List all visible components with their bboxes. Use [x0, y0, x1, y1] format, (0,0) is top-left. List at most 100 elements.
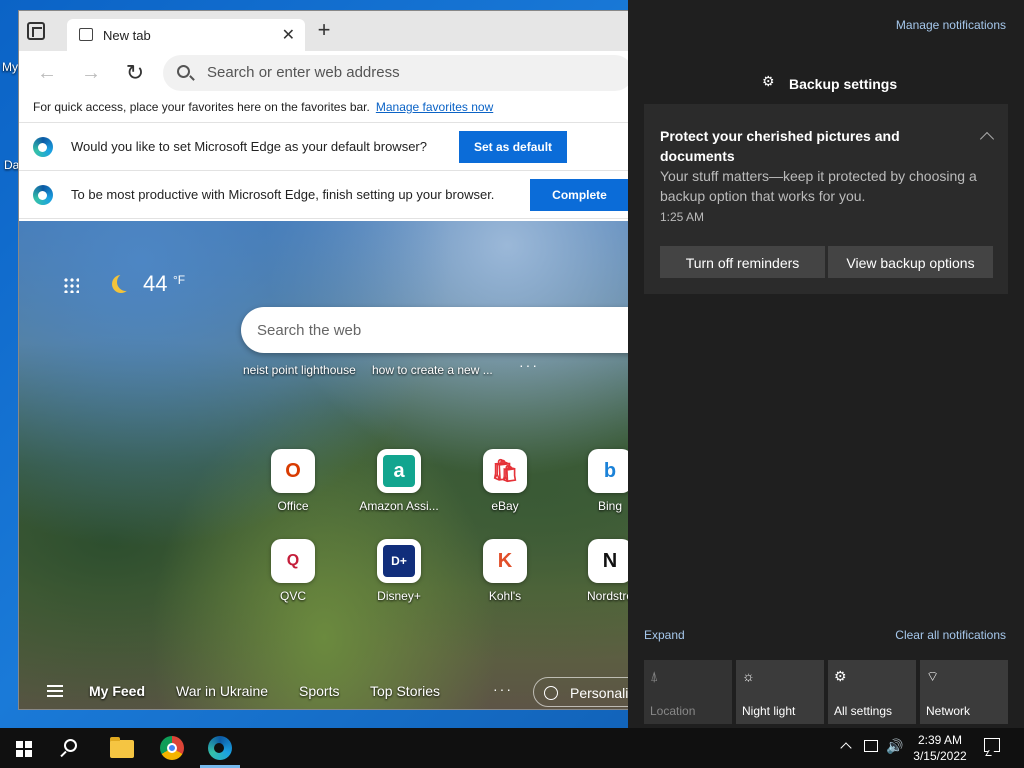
personalize-label: Personaliz — [570, 685, 630, 701]
tile-nordstrom[interactable]: N Nordstro — [565, 539, 630, 603]
chrome-icon[interactable] — [160, 736, 184, 760]
feed-tab-sports[interactable]: Sports — [299, 683, 339, 699]
quick-action-label: Location — [650, 704, 696, 718]
tab-title: New tab — [103, 28, 151, 43]
feed-tab-my-feed[interactable]: My Feed — [89, 683, 145, 699]
notification-app-header[interactable]: Backup settings — [789, 76, 897, 92]
manage-favorites-link[interactable]: Manage favorites now — [376, 100, 493, 114]
moon-icon — [117, 273, 135, 291]
address-placeholder: Search or enter web address — [207, 64, 400, 81]
temperature[interactable]: 44 — [143, 271, 167, 297]
favorites-bar: For quick access, place your favorites h… — [19, 95, 629, 123]
set-as-default-button[interactable]: Set as default — [459, 131, 568, 163]
chevron-up-icon[interactable] — [840, 742, 852, 754]
action-center: Manage notifications ⚙ Backup settings P… — [628, 0, 1024, 728]
feed-bar: My Feed War in Ukraine Sports Top Storie… — [19, 671, 630, 709]
search-icon — [177, 65, 190, 78]
gear-icon: ⚙ — [762, 73, 775, 89]
taskbar: 🔊 2:39 AM 3/15/2022 — [0, 728, 1024, 768]
notification-body: Your stuff matters—keep it protected by … — [660, 168, 977, 204]
tab-actions-icon[interactable] — [27, 22, 45, 40]
windows-start-icon[interactable] — [16, 741, 32, 757]
notification-center-icon[interactable] — [984, 738, 1000, 752]
web-search-box[interactable]: Search the web — [241, 307, 629, 353]
tile-disney-plus[interactable]: D+ Disney+ — [354, 539, 444, 603]
trending-search-2[interactable]: how to create a new ... — [372, 363, 493, 377]
feed-tab-top-stories[interactable]: Top Stories — [370, 683, 440, 699]
complete-setup-infobar: To be most productive with Microsoft Edg… — [19, 171, 629, 234]
view-backup-options-button[interactable]: View backup options — [828, 246, 993, 278]
tab-strip: New tab ✕ + — [19, 11, 629, 51]
address-bar[interactable]: Search or enter web address — [163, 55, 629, 91]
more-feeds-icon[interactable]: ··· — [493, 681, 513, 697]
quick-action-all-settings[interactable]: ⚙ All settings — [828, 660, 916, 724]
refresh-icon[interactable]: ↻ — [121, 59, 149, 87]
infobar-text: Would you like to set Microsoft Edge as … — [71, 139, 427, 154]
hamburger-menu-icon[interactable] — [47, 685, 63, 697]
tile-label: Amazon Assi... — [359, 499, 439, 513]
new-tab-page: 44 °F Search the web neist point lightho… — [19, 221, 630, 709]
more-trending-icon[interactable]: ··· — [519, 357, 539, 373]
tile-qvc[interactable]: Q QVC — [248, 539, 338, 603]
favorites-bar-text: For quick access, place your favorites h… — [33, 100, 370, 114]
location-icon: ⍋ — [650, 668, 659, 684]
feed-tab-war-in-ukraine[interactable]: War in Ukraine — [176, 683, 268, 699]
file-explorer-icon[interactable] — [110, 737, 134, 758]
infobar-text: To be most productive with Microsoft Edg… — [71, 187, 495, 202]
tile-label: Nordstro — [586, 589, 630, 603]
disney-plus-icon: D+ — [377, 539, 421, 583]
back-arrow-icon[interactable]: ← — [33, 59, 61, 87]
turn-off-reminders-button[interactable]: Turn off reminders — [660, 246, 825, 278]
tile-ebay[interactable]: 🛍 eBay — [460, 449, 550, 513]
personalize-button[interactable]: Personaliz — [533, 677, 630, 707]
network-tray-icon[interactable] — [864, 740, 878, 752]
backup-notification[interactable]: Protect your cherished pictures and docu… — [644, 104, 1008, 294]
clock[interactable]: 2:39 AM 3/15/2022 — [910, 732, 970, 764]
kohls-icon: K — [483, 539, 527, 583]
tile-bing[interactable]: b Bing — [565, 449, 629, 513]
quick-action-label: Network — [926, 704, 971, 718]
trending-search-1[interactable]: neist point lighthouse — [243, 363, 356, 377]
notification-time: 1:25 AM — [660, 210, 705, 224]
edge-icon[interactable] — [208, 736, 232, 760]
close-tab-icon[interactable]: ✕ — [282, 25, 295, 45]
quick-action-network[interactable]: ⌔ Network — [920, 660, 1008, 724]
bing-icon: b — [588, 449, 629, 493]
apps-grid-icon[interactable] — [63, 277, 79, 293]
quick-action-label: Night light — [742, 704, 796, 718]
clear-all-notifications-link[interactable]: Clear all notifications — [895, 628, 1006, 642]
desktop-label-my[interactable]: My — [2, 60, 18, 74]
qvc-icon: Q — [271, 539, 315, 583]
tile-office[interactable]: O Office — [248, 449, 338, 513]
manage-notifications-link[interactable]: Manage notifications — [896, 18, 1006, 32]
clock-time: 2:39 AM — [917, 733, 963, 747]
web-search-placeholder: Search the web — [257, 322, 362, 339]
clock-date: 3/15/2022 — [913, 749, 967, 763]
quick-action-night-light[interactable]: ☼ Night light — [736, 660, 824, 724]
tile-label: eBay — [491, 499, 519, 513]
new-tab-favicon-icon — [79, 28, 93, 41]
tile-kohls[interactable]: K Kohl's — [460, 539, 550, 603]
edge-logo-icon — [33, 185, 53, 205]
tile-label: Office — [277, 499, 309, 513]
chevron-up-icon[interactable] — [979, 131, 995, 147]
browser-toolbar: ← → ↻ Search or enter web address — [19, 51, 629, 95]
tile-amazon-assistant[interactable]: a Amazon Assi... — [354, 449, 444, 513]
tile-label: Disney+ — [377, 589, 421, 603]
default-browser-infobar: Would you like to set Microsoft Edge as … — [19, 123, 629, 171]
office-icon: O — [271, 449, 315, 493]
settings-icon: ⚙ — [834, 668, 847, 684]
search-icon[interactable] — [64, 739, 77, 752]
tab-new-tab[interactable]: New tab ✕ — [67, 19, 305, 51]
tile-label: Kohl's — [488, 589, 522, 603]
volume-icon[interactable]: 🔊 — [886, 738, 903, 755]
complete-setup-button[interactable]: Complete setup — [530, 179, 629, 234]
nordstrom-icon: N — [588, 539, 629, 583]
forward-arrow-icon[interactable]: → — [77, 59, 105, 87]
tile-label: QVC — [279, 589, 306, 603]
quick-action-location[interactable]: ⍋ Location — [644, 660, 732, 724]
quick-action-label: All settings — [834, 704, 893, 718]
browser-window: New tab ✕ + ← → ↻ Search or enter web ad… — [18, 10, 630, 710]
new-tab-button[interactable]: + — [311, 17, 337, 43]
expand-link[interactable]: Expand — [644, 628, 685, 642]
